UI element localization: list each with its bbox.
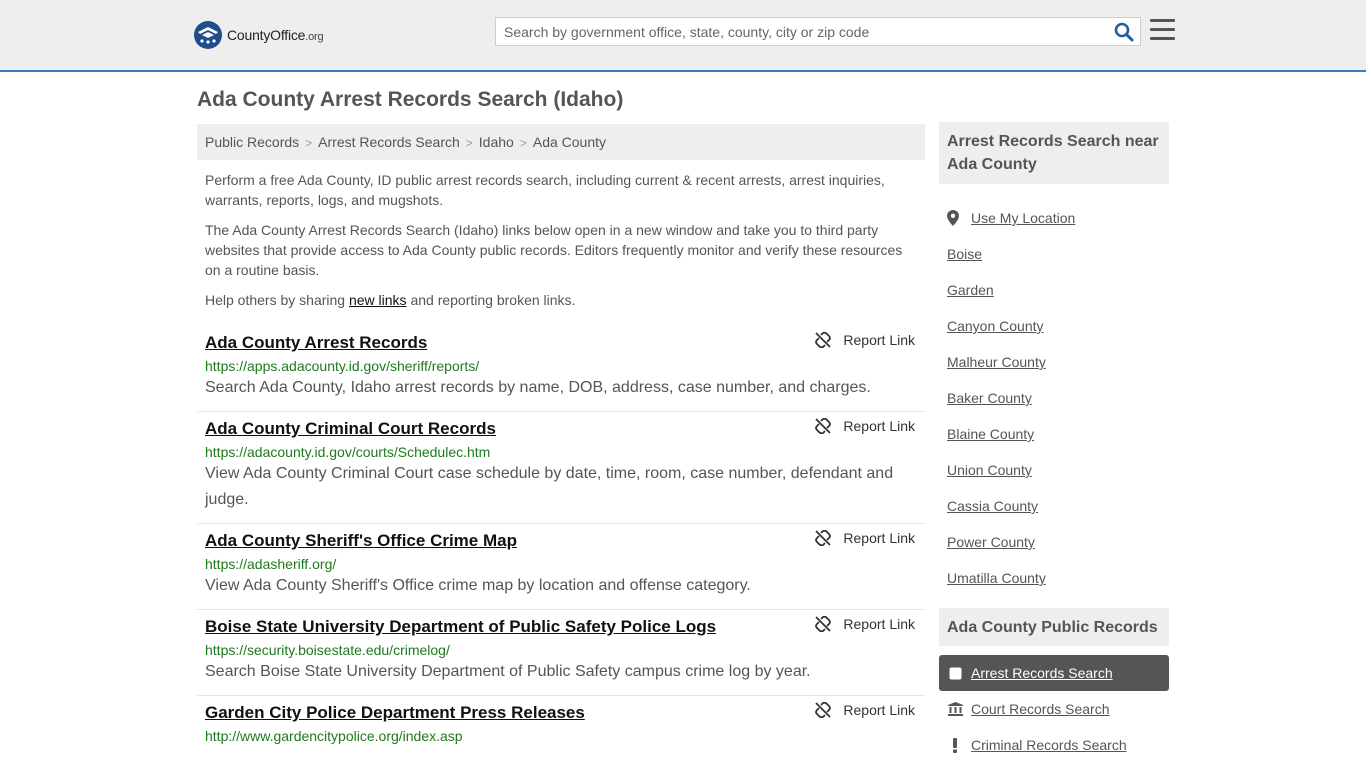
search-button[interactable] <box>1114 22 1134 42</box>
nearby-list: Use My Location Boise Garden Canyon Coun… <box>947 200 1169 596</box>
breadcrumb-ada-county[interactable]: Ada County <box>533 134 606 150</box>
nearby-link[interactable]: Malheur County <box>947 354 1046 370</box>
site-logo[interactable]: CountyOffice.org <box>194 20 324 50</box>
result-url: https://apps.adacounty.id.gov/sheriff/re… <box>205 358 480 374</box>
records-list: Arrest Records Search Court Records Sear… <box>939 655 1169 763</box>
nearby-item-boise: Boise <box>947 236 1169 272</box>
nearby-item-umatilla: Umatilla County <box>947 560 1169 596</box>
nearby-heading: Arrest Records Search near Ada County <box>939 122 1169 184</box>
records-link[interactable]: Court Records Search <box>971 701 1110 717</box>
nearby-item-garden: Garden <box>947 272 1169 308</box>
report-link-button[interactable]: Report Link <box>815 418 915 434</box>
nearby-link[interactable]: Baker County <box>947 390 1032 406</box>
new-links-link[interactable]: new links <box>349 292 407 308</box>
report-link-button[interactable]: Report Link <box>815 332 915 348</box>
intro-paragraph-3: Help others by sharing new links and rep… <box>205 290 915 310</box>
result-url: https://adasheriff.org/ <box>205 556 337 572</box>
report-link-button[interactable]: Report Link <box>815 530 915 546</box>
intro-paragraph-2: The Ada County Arrest Records Search (Id… <box>205 222 903 278</box>
nearby-item-baker: Baker County <box>947 380 1169 416</box>
courthouse-icon <box>947 701 963 717</box>
nearby-link[interactable]: Power County <box>947 534 1035 550</box>
records-heading: Ada County Public Records <box>939 608 1169 646</box>
use-my-location: Use My Location <box>947 200 1169 236</box>
nearby-item-power: Power County <box>947 524 1169 560</box>
nearby-link[interactable]: Cassia County <box>947 498 1038 514</box>
intro-text: and reporting broken links. <box>406 292 576 308</box>
nearby-link[interactable]: Blaine County <box>947 426 1034 442</box>
broken-link-icon <box>815 702 832 718</box>
search-input[interactable] <box>496 18 1096 45</box>
nearby-item-union: Union County <box>947 452 1169 488</box>
breadcrumb: Public Records > Arrest Records Search > Ida… <box>197 124 925 160</box>
search-icon <box>1114 22 1134 42</box>
nearby-item-canyon: Canyon County <box>947 308 1169 344</box>
report-link-button[interactable]: Report Link <box>815 616 915 632</box>
search-box <box>495 17 1141 46</box>
nearby-item-cassia: Cassia County <box>947 488 1169 524</box>
breadcrumb-separator-icon: > <box>519 136 527 150</box>
result-title-link[interactable]: Ada County Criminal Court Records <box>205 419 496 439</box>
records-link[interactable]: Arrest Records Search <box>971 665 1113 681</box>
records-item-criminal[interactable]: Criminal Records Search <box>939 727 1169 763</box>
records-item-court[interactable]: Court Records Search <box>939 691 1169 727</box>
report-link-label: Report Link <box>843 530 915 546</box>
breadcrumb-public-records[interactable]: Public Records <box>205 134 299 150</box>
breadcrumb-arrest-records-search[interactable]: Arrest Records Search <box>318 134 460 150</box>
result-title-link[interactable]: Ada County Sheriff's Office Crime Map <box>205 531 517 551</box>
result-item: Ada County Arrest Records Report Link ht… <box>197 326 925 412</box>
result-url: https://security.boisestate.edu/crimelog… <box>205 642 450 658</box>
records-item-arrest[interactable]: Arrest Records Search <box>939 655 1169 691</box>
result-item: Garden City Police Department Press Rele… <box>197 696 925 754</box>
nearby-link[interactable]: Canyon County <box>947 318 1044 334</box>
result-title-link[interactable]: Ada County Arrest Records <box>205 333 427 353</box>
breadcrumb-separator-icon: > <box>305 136 313 150</box>
result-description: View Ada County Criminal Court case sche… <box>205 465 894 508</box>
site-header: CountyOffice.org <box>0 0 1366 72</box>
logo-main: CountyOffice <box>227 27 306 43</box>
result-item: Boise State University Department of Pub… <box>197 610 925 696</box>
broken-link-icon <box>815 332 832 348</box>
result-title-link[interactable]: Boise State University Department of Pub… <box>205 617 716 637</box>
hamburger-menu-icon[interactable] <box>1150 19 1175 42</box>
breadcrumb-idaho[interactable]: Idaho <box>479 134 514 150</box>
report-link-button[interactable]: Report Link <box>815 702 915 718</box>
broken-link-icon <box>815 530 832 546</box>
result-description: View Ada County Sheriff's Office crime m… <box>205 577 751 594</box>
nearby-link[interactable]: Boise <box>947 246 982 262</box>
intro-paragraph-1: Perform a free Ada County, ID public arr… <box>205 172 885 208</box>
report-link-label: Report Link <box>843 418 915 434</box>
intro-text: Help others by sharing <box>205 292 349 308</box>
report-link-label: Report Link <box>843 332 915 348</box>
results-list: Ada County Arrest Records Report Link ht… <box>197 326 925 754</box>
records-link[interactable]: Criminal Records Search <box>971 737 1127 753</box>
nearby-item-malheur: Malheur County <box>947 344 1169 380</box>
report-link-label: Report Link <box>843 702 915 718</box>
use-my-location-link[interactable]: Use My Location <box>971 210 1075 226</box>
exclamation-icon <box>947 737 963 753</box>
broken-link-icon <box>815 616 832 632</box>
result-url: http://www.gardencitypolice.org/index.as… <box>205 728 463 744</box>
result-description: Search Boise State University Department… <box>205 663 811 680</box>
logo-badge-icon <box>194 21 222 49</box>
nearby-item-blaine: Blaine County <box>947 416 1169 452</box>
result-title-link[interactable]: Garden City Police Department Press Rele… <box>205 703 585 723</box>
checkbox-icon <box>947 665 963 681</box>
result-url: https://adacounty.id.gov/courts/Schedule… <box>205 444 491 460</box>
page-title: Ada County Arrest Records Search (Idaho) <box>197 88 624 111</box>
location-pin-icon <box>947 210 965 226</box>
logo-tld: .org <box>305 31 324 43</box>
nearby-link[interactable]: Umatilla County <box>947 570 1046 586</box>
breadcrumb-separator-icon: > <box>465 136 473 150</box>
result-description: Search Ada County, Idaho arrest records … <box>205 379 871 396</box>
nearby-link[interactable]: Union County <box>947 462 1032 478</box>
nearby-link[interactable]: Garden <box>947 282 994 298</box>
logo-text: CountyOffice.org <box>227 27 324 43</box>
result-item: Ada County Sheriff's Office Crime Map Re… <box>197 524 925 610</box>
report-link-label: Report Link <box>843 616 915 632</box>
result-item: Ada County Criminal Court Records Report… <box>197 412 925 524</box>
broken-link-icon <box>815 418 832 434</box>
